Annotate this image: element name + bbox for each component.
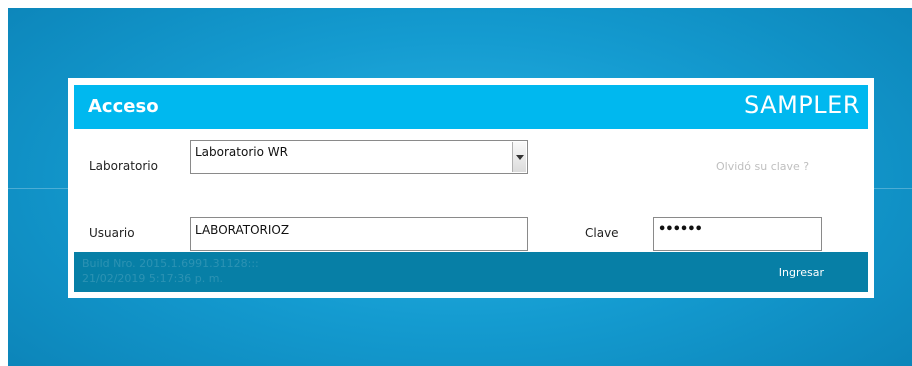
laboratorio-label: Laboratorio <box>89 159 158 173</box>
usuario-value: LABORATORIOZ <box>195 223 290 237</box>
clave-input[interactable]: •••••• <box>653 217 822 251</box>
brand-logo: SAMPLER <box>744 91 860 119</box>
usuario-input[interactable]: LABORATORIOZ <box>190 217 528 251</box>
forgot-password-link[interactable]: Olvidó su clave ? <box>716 160 809 173</box>
usuario-label: Usuario <box>89 226 135 240</box>
build-number: Build Nro. 2015.1.6991.31128::: <box>82 257 259 270</box>
clave-masked-value: •••••• <box>658 222 703 237</box>
laboratorio-selected-value: Laboratorio WR <box>195 145 288 159</box>
login-background: Acceso SAMPLER Laboratorio Laboratorio W… <box>8 8 912 366</box>
build-timestamp: 21/02/2019 5:17:36 p. m. <box>82 272 223 285</box>
login-panel: Acceso SAMPLER Laboratorio Laboratorio W… <box>68 78 874 298</box>
panel-footer: Build Nro. 2015.1.6991.31128::: 21/02/20… <box>74 252 868 292</box>
clave-label: Clave <box>585 226 619 240</box>
laboratorio-select[interactable]: Laboratorio WR <box>190 140 528 174</box>
page-title: Acceso <box>88 96 159 117</box>
chevron-down-icon <box>516 155 524 160</box>
build-info: Build Nro. 2015.1.6991.31128::: 21/02/20… <box>82 256 259 286</box>
panel-header: Acceso SAMPLER <box>74 85 868 129</box>
ingresar-button[interactable]: Ingresar <box>779 266 824 279</box>
dropdown-button[interactable] <box>512 142 526 172</box>
